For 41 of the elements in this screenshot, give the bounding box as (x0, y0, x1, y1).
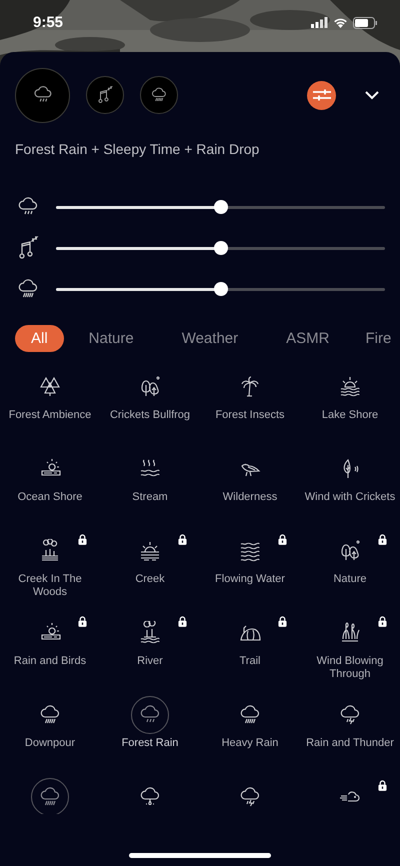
sound-button[interactable]: Forest Rain (101, 696, 199, 774)
chevron-down-icon[interactable] (364, 90, 380, 100)
settings-button[interactable] (307, 80, 336, 110)
sound-button[interactable]: River (101, 614, 199, 692)
sound-button[interactable]: Crickets Bullfrog (101, 368, 199, 446)
sound-button[interactable]: Wind with Crickets (301, 450, 399, 528)
sound-toggle[interactable] (140, 76, 178, 114)
battery-icon (353, 16, 378, 28)
status-time: 9:55 (33, 14, 64, 31)
volume-slider[interactable] (56, 282, 385, 296)
sound-button[interactable]: Trail (201, 614, 299, 692)
category-tab[interactable]: ASMR (286, 325, 330, 352)
selection-ring (31, 778, 69, 814)
sound-button[interactable]: Downpour (1, 696, 99, 774)
mix-title: Forest Rain + Sleepy Time + Rain Drop (14, 140, 260, 157)
sound-button[interactable]: Lake Shore (301, 368, 399, 446)
sound-button[interactable]: Creek In The Woods (1, 532, 99, 610)
category-tab[interactable]: Fire (365, 325, 392, 352)
selection-ring (131, 696, 169, 734)
sound-button[interactable]: Rain and Birds (1, 614, 99, 692)
sound-button[interactable]: Wind Blowing Through (301, 614, 399, 692)
signal-icon (311, 17, 328, 28)
cloud-heavy-icon (150, 86, 168, 104)
sound-button[interactable]: Ocean Shore (1, 450, 99, 528)
category-tab[interactable]: Nature (88, 325, 134, 352)
sound-button[interactable]: Wilderness (201, 450, 299, 528)
volume-slider[interactable] (56, 200, 385, 214)
sound-button[interactable]: Stream (101, 450, 199, 528)
sound-button[interactable]: Flowing Water (201, 532, 299, 610)
sound-button[interactable]: Heavy Rain (201, 696, 299, 774)
volume-slider[interactable] (56, 241, 385, 255)
sliders-icon (312, 88, 332, 102)
sound-button[interactable]: Rain and Thunder (301, 696, 399, 774)
music-sleep-icon (96, 86, 114, 104)
sound-button[interactable]: Nature (301, 532, 399, 610)
category-tab[interactable]: Weather (182, 325, 238, 352)
sound-button[interactable]: Creek (101, 532, 199, 610)
sound-button[interactable]: Forest Insects (201, 368, 299, 446)
sound-toggle[interactable] (86, 76, 124, 114)
wifi-icon (333, 17, 348, 28)
sound-button[interactable]: Forest Ambience (1, 368, 99, 446)
